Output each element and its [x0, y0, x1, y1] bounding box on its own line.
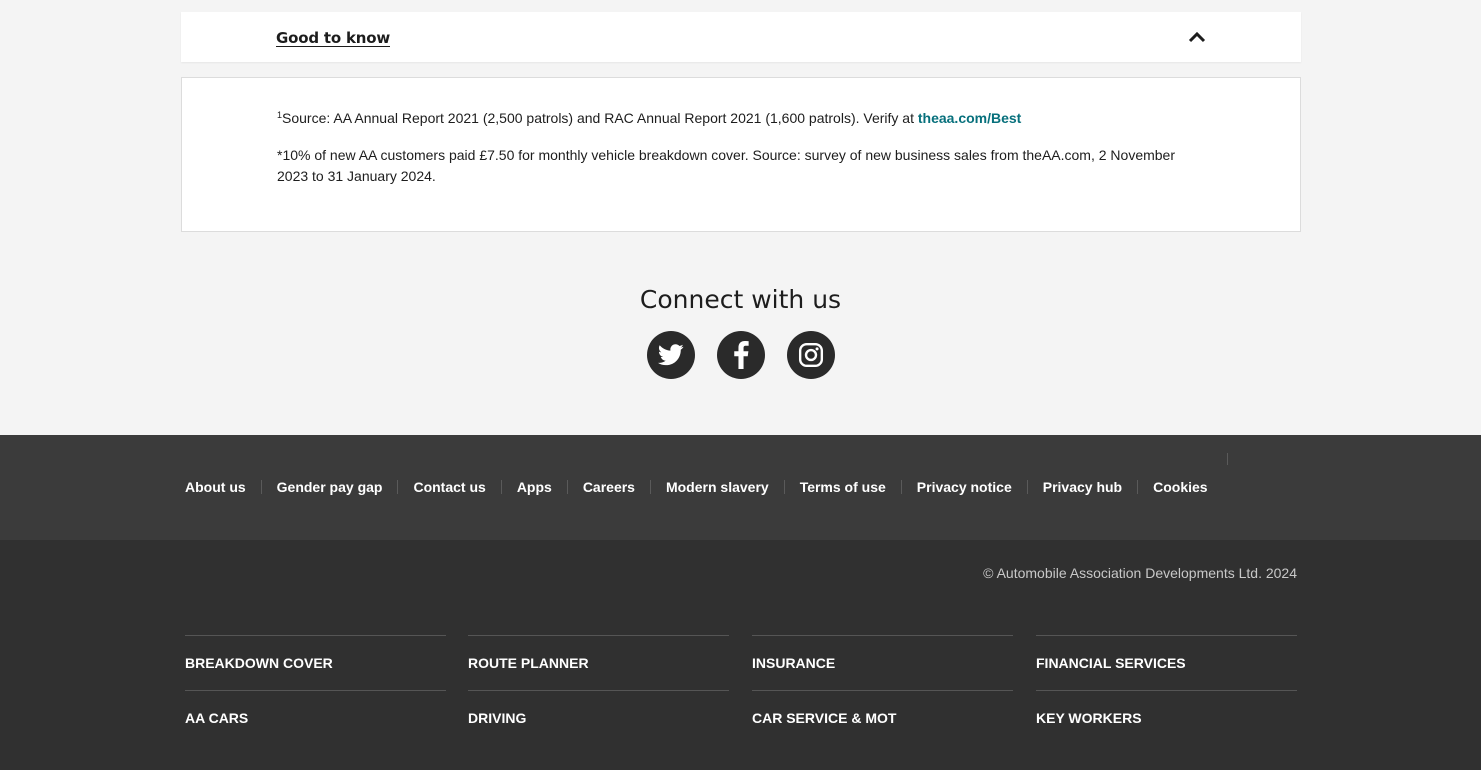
footnote-source: 1Source: AA Annual Report 2021 (2,500 pa… [277, 110, 1021, 126]
category-label[interactable]: KEY WORKERS [1036, 710, 1142, 726]
footer-link-modern-slavery[interactable]: Modern slavery [666, 479, 769, 495]
footnote-monthly-cover: *10% of new AA customers paid £7.50 for … [277, 147, 1176, 184]
footer-nav: About us Gender pay gap Contact us Apps … [185, 479, 1208, 495]
footer-link-gender-pay-gap[interactable]: Gender pay gap [277, 479, 383, 495]
divider [1026, 480, 1028, 494]
category-financial-services[interactable]: FINANCIAL SERVICES [1036, 635, 1297, 690]
divider [566, 480, 568, 494]
instagram-icon[interactable] [787, 331, 835, 379]
twitter-icon[interactable] [647, 331, 695, 379]
category-label[interactable]: BREAKDOWN COVER [185, 655, 333, 671]
category-key-workers[interactable]: KEY WORKERS [1036, 690, 1297, 745]
accordion-title[interactable]: Good to know [276, 29, 390, 47]
footer-link-cookies[interactable]: Cookies [1153, 479, 1207, 495]
category-label[interactable]: FINANCIAL SERVICES [1036, 655, 1186, 671]
footer-bottom: © Automobile Association Developments Lt… [0, 540, 1481, 770]
category-row: AA CARS DRIVING CAR SERVICE & MOT KEY WO… [185, 690, 1297, 745]
footer-links-band: About us Gender pay gap Contact us Apps … [0, 435, 1481, 540]
footnote-source-text: Source: AA Annual Report 2021 (2,500 pat… [282, 110, 918, 126]
verify-link[interactable]: theaa.com/Best [918, 110, 1021, 126]
divider [397, 480, 399, 494]
divider [500, 480, 502, 494]
divider [900, 480, 902, 494]
copyright-text: © Automobile Association Developments Lt… [983, 565, 1297, 581]
category-label[interactable]: AA CARS [185, 710, 248, 726]
category-route-planner[interactable]: ROUTE PLANNER [468, 635, 729, 690]
category-row: BREAKDOWN COVER ROUTE PLANNER INSURANCE … [185, 635, 1297, 690]
good-to-know-accordion-header[interactable]: Good to know [181, 12, 1301, 62]
category-label[interactable]: INSURANCE [752, 655, 835, 671]
footer-link-careers[interactable]: Careers [583, 479, 635, 495]
divider [649, 480, 651, 494]
category-aa-cars[interactable]: AA CARS [185, 690, 446, 745]
category-label[interactable]: DRIVING [468, 710, 526, 726]
category-label[interactable]: CAR SERVICE & MOT [752, 710, 896, 726]
facebook-icon[interactable] [717, 331, 765, 379]
divider [1227, 453, 1228, 465]
footer-link-privacy-hub[interactable]: Privacy hub [1043, 479, 1122, 495]
divider [260, 480, 262, 494]
connect-title: Connect with us [639, 285, 842, 314]
footer-categories: BREAKDOWN COVER ROUTE PLANNER INSURANCE … [185, 635, 1297, 745]
category-insurance[interactable]: INSURANCE [752, 635, 1013, 690]
category-driving[interactable]: DRIVING [468, 690, 729, 745]
category-breakdown-cover[interactable]: BREAKDOWN COVER [185, 635, 446, 690]
accordion-content: 1Source: AA Annual Report 2021 (2,500 pa… [181, 77, 1301, 232]
footer-link-about-us[interactable]: About us [185, 479, 246, 495]
category-car-service-mot[interactable]: CAR SERVICE & MOT [752, 690, 1013, 745]
divider [783, 480, 785, 494]
divider [1137, 480, 1139, 494]
chevron-up-icon[interactable] [1187, 30, 1207, 44]
category-label[interactable]: ROUTE PLANNER [468, 655, 589, 671]
footer-link-contact-us[interactable]: Contact us [413, 479, 485, 495]
footer-link-terms-of-use[interactable]: Terms of use [800, 479, 886, 495]
footer-link-privacy-notice[interactable]: Privacy notice [917, 479, 1012, 495]
footer-link-apps[interactable]: Apps [517, 479, 552, 495]
